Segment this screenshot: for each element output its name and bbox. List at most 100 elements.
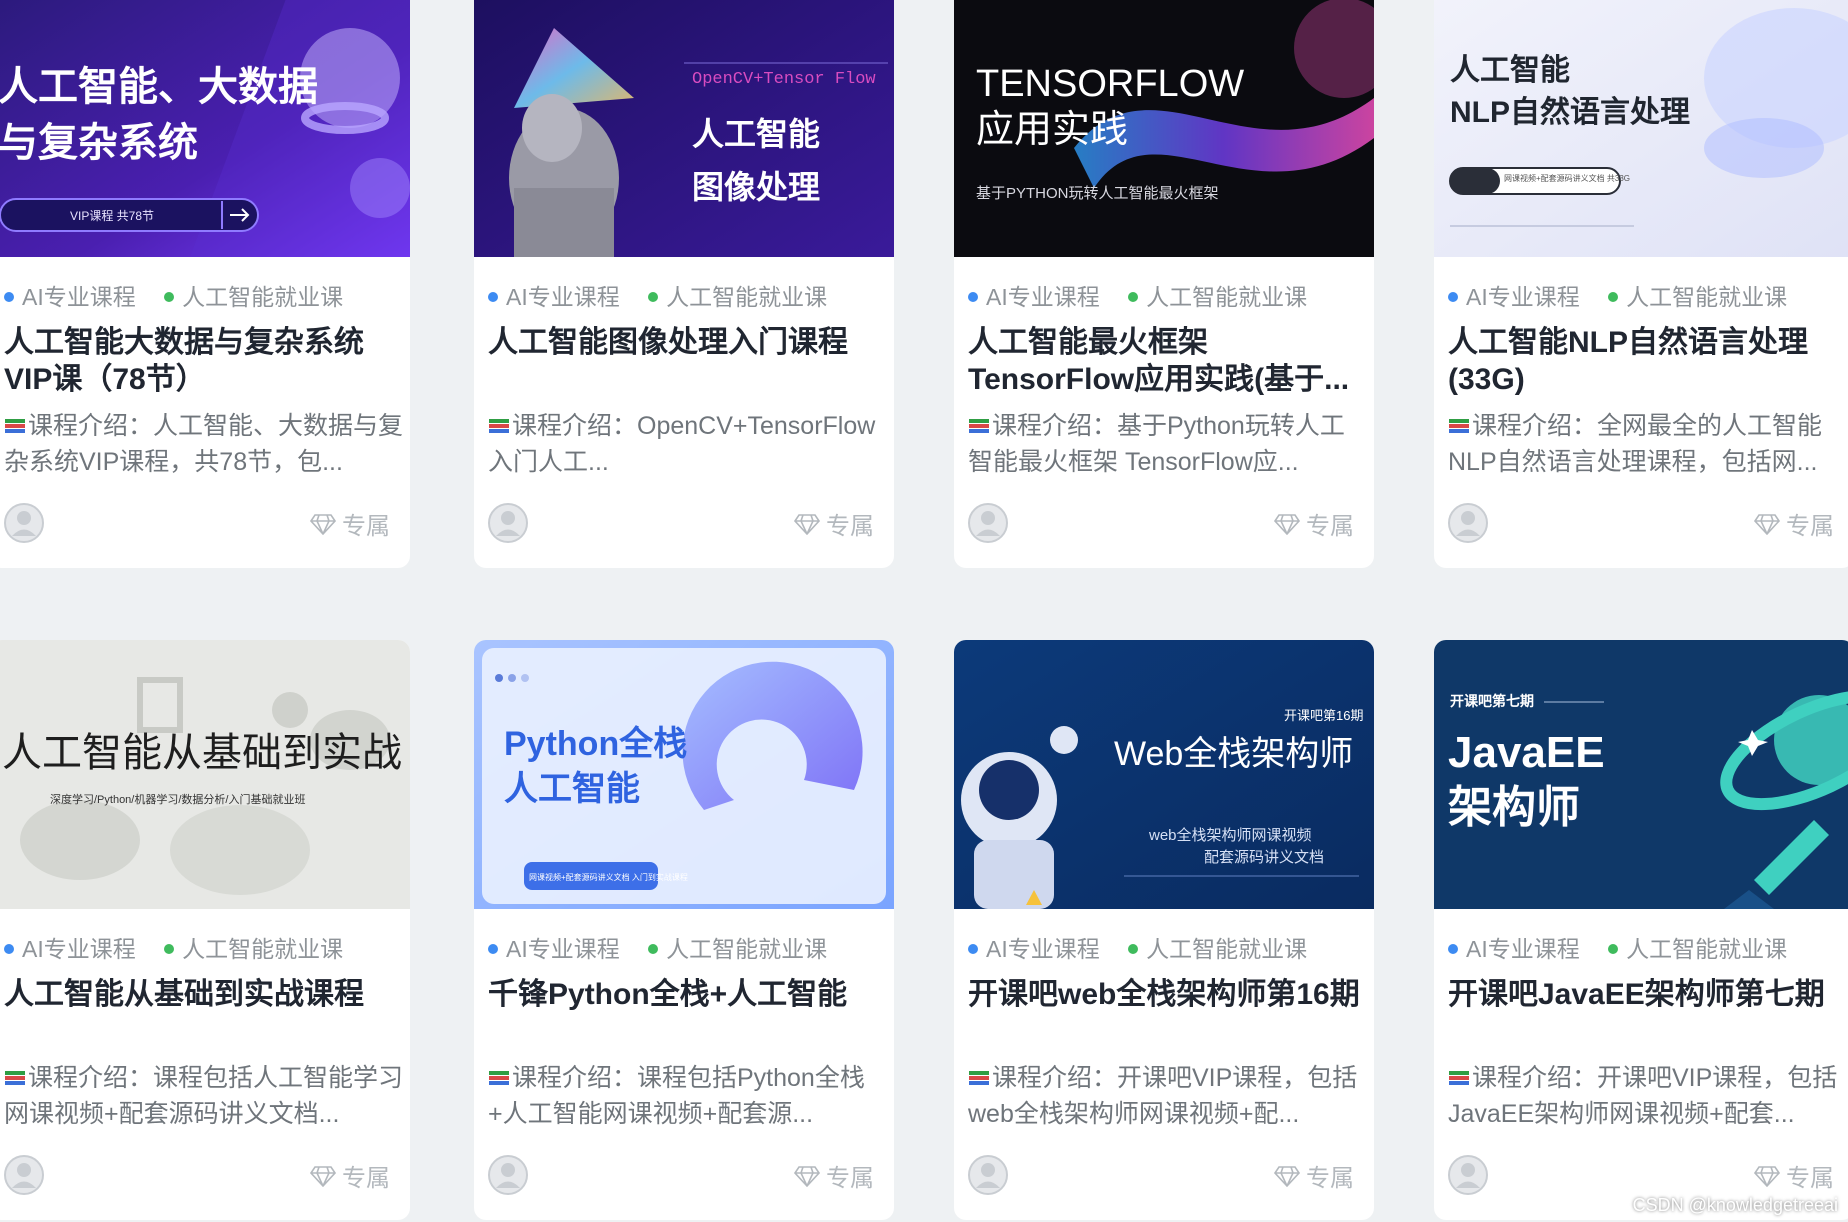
tag-dot bbox=[1128, 943, 1139, 954]
course-title[interactable]: 千锋Python全栈+人工智能 bbox=[488, 976, 883, 1013]
tag[interactable]: AI专业课程 bbox=[968, 278, 1100, 312]
books-icon bbox=[1449, 1071, 1469, 1085]
course-thumbnail[interactable]: 人工智能从基础到实战 深度学习/Python/机器学习/数据分析/入门基础就业班 bbox=[0, 640, 410, 909]
course-title[interactable]: 人工智能大数据与复杂系统VIP课（78节） bbox=[4, 324, 399, 398]
course-title[interactable]: 人工智能从基础到实战课程 bbox=[4, 976, 399, 1013]
avatar-icon[interactable] bbox=[4, 503, 44, 543]
tag[interactable]: AI专业课程 bbox=[968, 930, 1100, 964]
course-card[interactable]: Python全栈 人工智能 网课视频+配套源码讲义文档 入门到实战课程 AI专业… bbox=[474, 640, 894, 1220]
tag-dot bbox=[488, 943, 498, 954]
course-description: 课程介绍：基于Python玩转人工智能最火框架 TensorFlow应... bbox=[968, 412, 1345, 476]
course-title[interactable]: 开课吧web全栈架构师第16期 bbox=[968, 976, 1363, 1013]
course-tags: AI专业课程 人工智能就业课 bbox=[968, 278, 1329, 312]
tag[interactable]: 人工智能就业课 bbox=[648, 930, 827, 964]
course-card[interactable]: 人工智能、大数据 与复杂系统 VIP课程 共78节 AI专业课程 人工智能就业课… bbox=[0, 0, 410, 568]
course-tags: AI专业课程 人工智能就业课 bbox=[4, 278, 365, 312]
course-description: 课程介绍：开课吧VIP课程，包括web全栈架构师网课视频+配... bbox=[968, 1064, 1358, 1128]
tag-dot bbox=[968, 291, 978, 302]
thumb-sub: 基于PYTHON玩转人工智能最火框架 bbox=[976, 184, 1219, 202]
course-title[interactable]: 人工智能NLP自然语言处理(33G) bbox=[1448, 324, 1843, 398]
tag[interactable]: AI专业课程 bbox=[4, 930, 136, 964]
books-icon bbox=[1449, 419, 1469, 433]
exclusive-badge: 专属 bbox=[310, 1158, 390, 1193]
thumb-line: 应用实践 bbox=[976, 109, 1128, 151]
tag[interactable]: AI专业课程 bbox=[4, 278, 136, 312]
tag[interactable]: 人工智能就业课 bbox=[1128, 930, 1307, 964]
course-card[interactable]: 开课吧第七期 JavaEE 架构师 AI专业课程 人工智能就业课 开课吧Java… bbox=[1434, 640, 1848, 1220]
thumb-top: 开课吧第16期 bbox=[1284, 708, 1363, 723]
course-title[interactable]: 人工智能最火框架TensorFlow应用实践(基于... bbox=[968, 324, 1363, 398]
course-card[interactable]: 人工智能 NLP自然语言处理 网课视频+配套源码讲义文档 共33G AI专业课程… bbox=[1434, 0, 1848, 568]
avatar-icon[interactable] bbox=[1448, 1155, 1488, 1195]
thumb-line: NLP自然语言处理 bbox=[1450, 95, 1690, 129]
tag-dot bbox=[968, 943, 978, 954]
course-thumbnail[interactable]: Python全栈 人工智能 网课视频+配套源码讲义文档 入门到实战课程 bbox=[474, 640, 894, 909]
thumb-line: 人工智能从基础到实战 bbox=[2, 731, 402, 775]
diamond-icon bbox=[794, 513, 820, 535]
tag[interactable]: 人工智能就业课 bbox=[164, 930, 343, 964]
course-card[interactable]: OpenCV+Tensor Flow 人工智能 图像处理 AI专业课程 人工智能… bbox=[474, 0, 894, 568]
books-icon bbox=[5, 419, 25, 433]
diamond-icon bbox=[794, 1165, 820, 1187]
tag[interactable]: 人工智能就业课 bbox=[648, 278, 827, 312]
avatar-icon[interactable] bbox=[968, 1155, 1008, 1195]
diamond-icon bbox=[1274, 1165, 1300, 1187]
books-icon bbox=[489, 419, 509, 433]
books-icon bbox=[969, 1071, 989, 1085]
exclusive-badge: 专属 bbox=[1274, 506, 1354, 541]
course-thumbnail[interactable]: TENSORFLOW 应用实践 基于PYTHON玩转人工智能最火框架 bbox=[954, 0, 1374, 257]
thumb-pill: 网课视频+配套源码讲义文档 入门到实战课程 bbox=[529, 872, 688, 882]
thumb-line: 与复杂系统 bbox=[0, 121, 198, 165]
avatar-icon[interactable] bbox=[488, 503, 528, 543]
tag-dot bbox=[648, 943, 659, 954]
thumb-line: 人工智能 bbox=[692, 116, 820, 152]
course-description: 课程介绍：课程包括人工智能学习网课视频+配套源码讲义文档... bbox=[4, 1064, 404, 1128]
tag[interactable]: 人工智能就业课 bbox=[164, 278, 343, 312]
course-tags: AI专业课程 人工智能就业课 bbox=[1448, 278, 1809, 312]
avatar-icon[interactable] bbox=[968, 503, 1008, 543]
tag[interactable]: 人工智能就业课 bbox=[1608, 930, 1787, 964]
tag[interactable]: 人工智能就业课 bbox=[1608, 278, 1787, 312]
thumb-line: 人工智能 bbox=[504, 770, 640, 808]
tag-dot bbox=[1448, 943, 1458, 954]
tag-dot bbox=[1608, 291, 1619, 302]
thumb-pill: VIP课程 共78节 bbox=[70, 208, 154, 223]
course-title[interactable]: 人工智能图像处理入门课程 bbox=[488, 324, 883, 361]
thumb-pill: 网课视频+配套源码讲义文档 共33G bbox=[1504, 173, 1630, 183]
avatar-icon[interactable] bbox=[4, 1155, 44, 1195]
avatar-icon[interactable] bbox=[1448, 503, 1488, 543]
thumb-line: Web全栈架构师 bbox=[1114, 735, 1353, 773]
course-thumbnail[interactable]: 开课吧第七期 JavaEE 架构师 bbox=[1434, 640, 1848, 909]
tag-dot bbox=[4, 291, 14, 302]
tag[interactable]: AI专业课程 bbox=[488, 278, 620, 312]
diamond-icon bbox=[310, 513, 336, 535]
thumb-line: 图像处理 bbox=[692, 169, 820, 205]
course-card[interactable]: TENSORFLOW 应用实践 基于PYTHON玩转人工智能最火框架 AI专业课… bbox=[954, 0, 1374, 568]
thumb-line: 人工智能、大数据 bbox=[0, 65, 318, 109]
exclusive-badge: 专属 bbox=[1754, 506, 1834, 541]
avatar-icon[interactable] bbox=[488, 1155, 528, 1195]
thumb-line: 架构师 bbox=[1448, 783, 1580, 832]
course-thumbnail[interactable]: OpenCV+Tensor Flow 人工智能 图像处理 bbox=[474, 0, 894, 257]
thumb-line: Python全栈 bbox=[504, 724, 687, 763]
course-title[interactable]: 开课吧JavaEE架构师第七期 bbox=[1448, 976, 1843, 1013]
course-thumbnail[interactable]: 人工智能 NLP自然语言处理 网课视频+配套源码讲义文档 共33G bbox=[1434, 0, 1848, 257]
course-description: 课程介绍：全网最全的人工智能NLP自然语言处理课程，包括网... bbox=[1448, 412, 1823, 476]
books-icon bbox=[5, 1071, 25, 1085]
tag-dot bbox=[1128, 291, 1139, 302]
tag[interactable]: 人工智能就业课 bbox=[1128, 278, 1307, 312]
watermark: CSDN @knowledgetreeai bbox=[1632, 1195, 1838, 1215]
diamond-icon bbox=[1274, 513, 1300, 535]
course-thumbnail[interactable]: 人工智能、大数据 与复杂系统 VIP课程 共78节 bbox=[0, 0, 410, 257]
tag[interactable]: AI专业课程 bbox=[488, 930, 620, 964]
tag[interactable]: AI专业课程 bbox=[1448, 278, 1580, 312]
thumb-line: 人工智能 bbox=[1450, 54, 1570, 87]
thumb-sub: OpenCV+Tensor Flow bbox=[692, 70, 876, 89]
thumb-sub: web全栈架构师网课视频 bbox=[1148, 826, 1312, 844]
course-thumbnail[interactable]: 开课吧第16期 Web全栈架构师 web全栈架构师网课视频 配套源码讲义文档 bbox=[954, 640, 1374, 909]
course-card[interactable]: 开课吧第16期 Web全栈架构师 web全栈架构师网课视频 配套源码讲义文档 A… bbox=[954, 640, 1374, 1220]
diamond-icon bbox=[1754, 1165, 1780, 1187]
tag[interactable]: AI专业课程 bbox=[1448, 930, 1580, 964]
course-card[interactable]: 人工智能从基础到实战 深度学习/Python/机器学习/数据分析/入门基础就业班… bbox=[0, 640, 410, 1220]
tag-dot bbox=[1608, 943, 1619, 954]
